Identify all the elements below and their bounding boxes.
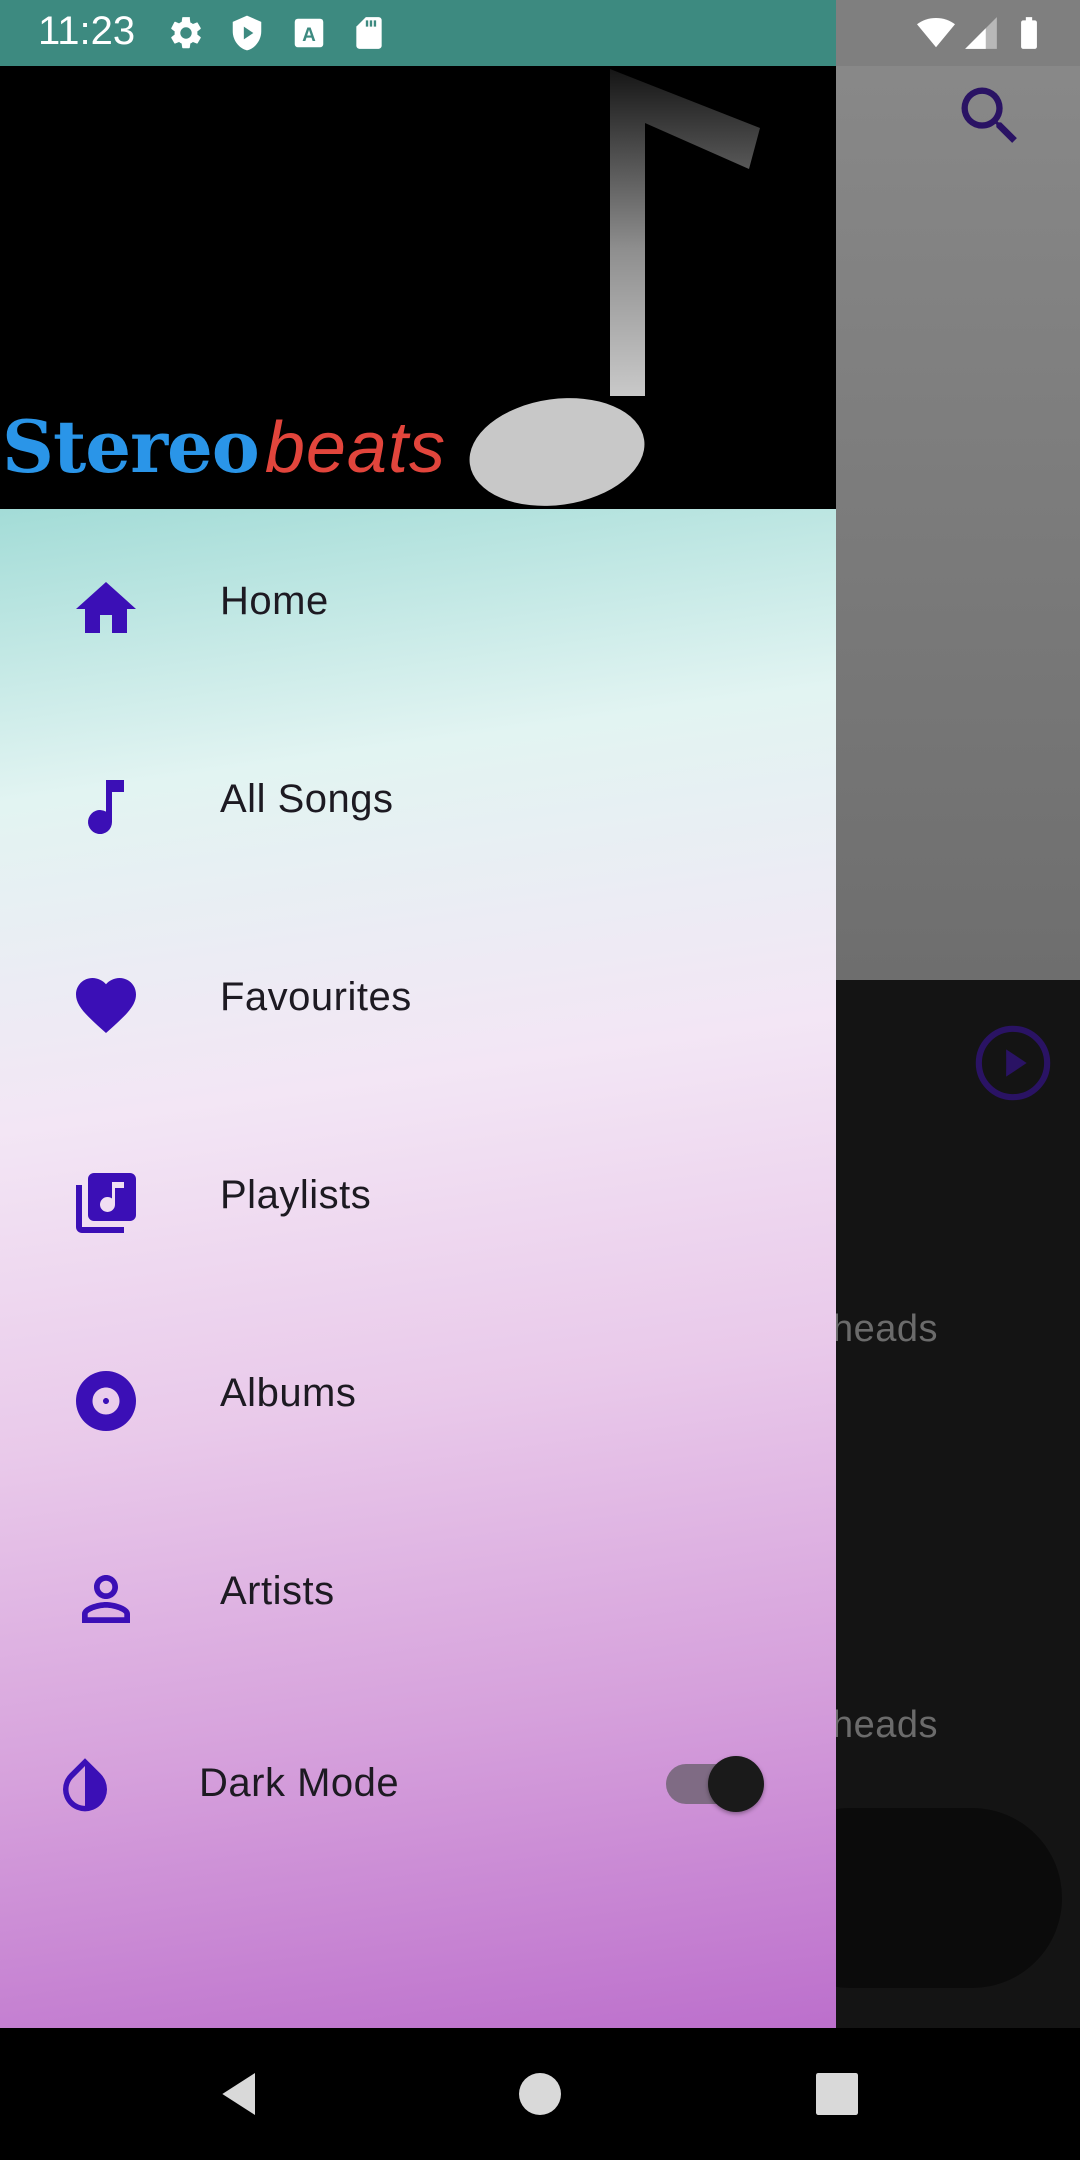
dark-mode-row[interactable]: Dark Mode <box>0 1704 836 1864</box>
cell-signal-icon <box>965 17 997 49</box>
status-bar: 11:23 A <box>0 0 1080 66</box>
menu-item-artists[interactable]: Artists <box>0 1499 836 1697</box>
settings-icon <box>171 17 201 49</box>
menu-item-home[interactable]: Home <box>0 509 836 707</box>
search-icon[interactable] <box>952 78 1028 154</box>
music-note-icon <box>88 780 124 835</box>
album-icon <box>76 1371 136 1431</box>
heart-icon <box>76 978 136 1034</box>
home-circle-icon[interactable] <box>512 2066 568 2122</box>
drawer-header: Stereobeats <box>0 66 836 509</box>
menu-item-label: Albums <box>220 1371 357 1415</box>
drawer-menu: Home All Songs Favourites Playlists Albu… <box>0 509 836 2028</box>
menu-item-label: Favourites <box>220 975 412 1019</box>
menu-item-label: Artists <box>220 1569 335 1613</box>
menu-item-all-songs[interactable]: All Songs <box>0 707 836 905</box>
text-a-icon: A <box>294 18 324 48</box>
logo-beats-text: beats <box>264 408 446 488</box>
person-icon <box>82 1575 130 1623</box>
shield-play-icon <box>232 15 262 51</box>
menu-item-label: Playlists <box>220 1173 372 1217</box>
recents-icon[interactable] <box>809 2066 865 2122</box>
invert-colors-icon <box>63 1758 107 1812</box>
app-logo: Stereobeats <box>2 404 446 489</box>
dark-mode-toggle[interactable] <box>664 1756 768 1812</box>
menu-item-favourites[interactable]: Favourites <box>0 905 836 1103</box>
home-icon <box>76 582 136 633</box>
menu-item-label: Home <box>220 579 329 623</box>
dark-mode-label: Dark Mode <box>199 1761 400 1805</box>
menu-item-playlists[interactable]: Playlists <box>0 1103 836 1301</box>
svg-text:A: A <box>302 25 316 46</box>
play-circle-icon[interactable] <box>972 1022 1054 1104</box>
sd-card-icon <box>356 17 382 49</box>
back-icon[interactable] <box>213 2066 269 2122</box>
navigation-bar <box>0 2028 1080 2160</box>
library-music-icon <box>76 1173 136 1233</box>
toggle-thumb <box>708 1756 764 1812</box>
clock: 11:23 <box>38 9 136 53</box>
music-note-graphic <box>469 69 760 506</box>
background-song-text: heads <box>832 1308 939 1350</box>
menu-item-label: All Songs <box>220 777 394 821</box>
menu-item-albums[interactable]: Albums <box>0 1301 836 1499</box>
background-song-text: heads <box>832 1704 939 1746</box>
logo-stereo-text: Stereo <box>2 404 260 489</box>
battery-icon <box>1021 17 1037 49</box>
wifi-icon <box>917 17 955 48</box>
navigation-drawer: Stereobeats Home All Songs Favourites Pl… <box>0 66 836 2028</box>
